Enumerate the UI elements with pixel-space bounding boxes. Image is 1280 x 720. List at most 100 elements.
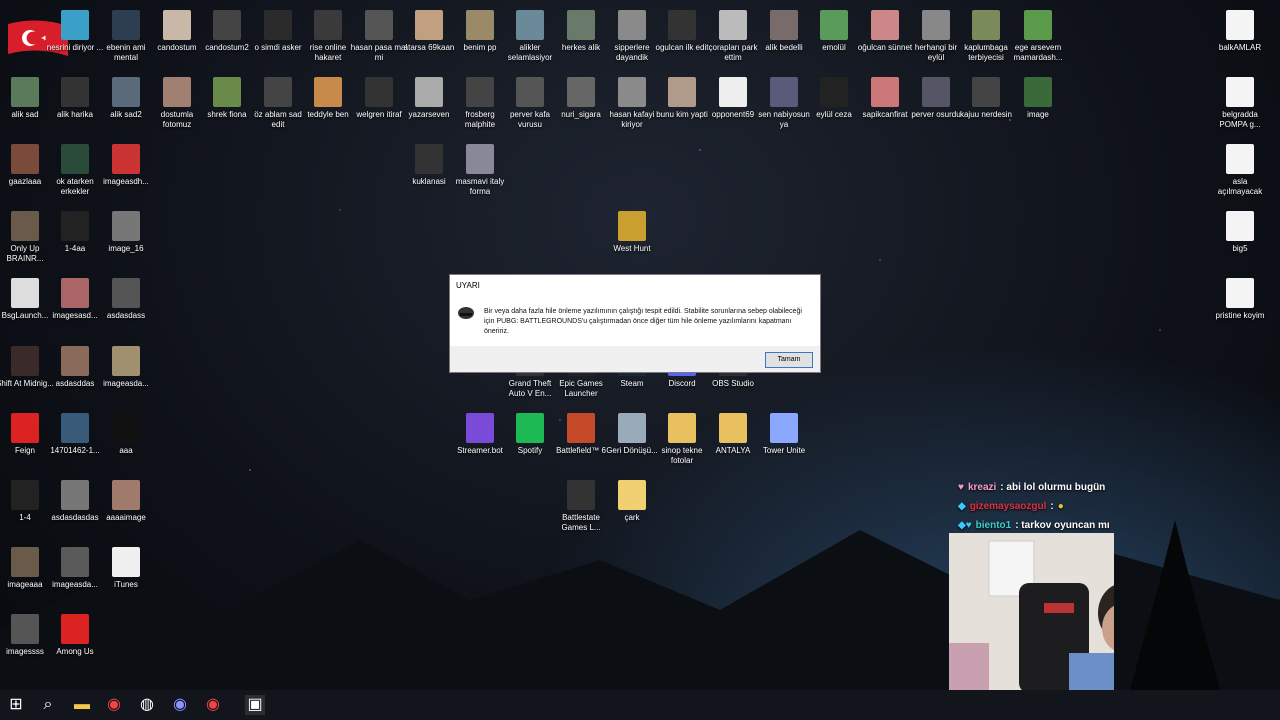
- desktop-icon[interactable]: kajuu nerdesin: [960, 77, 1012, 120]
- desktop-icon[interactable]: candostum2: [202, 10, 252, 53]
- desktop-icon[interactable]: Geri Dönüşü...: [606, 413, 658, 456]
- desktop-icon[interactable]: eylül ceza: [809, 77, 859, 120]
- desktop-icon[interactable]: frosberg malphite: [455, 77, 505, 130]
- desktop-icon[interactable]: Among Us: [50, 614, 100, 657]
- desktop-icon[interactable]: sipperlere dayandik: [607, 10, 657, 63]
- desktop-icon[interactable]: ebenin ami mental: [101, 10, 151, 63]
- desktop-icon[interactable]: imagessss: [0, 614, 50, 657]
- desktop-icon[interactable]: image_16: [101, 211, 151, 254]
- desktop-icon[interactable]: gaazlaaa: [0, 144, 50, 187]
- desktop-icon[interactable]: candostum: [152, 10, 202, 53]
- discord-icon[interactable]: ◉: [170, 695, 190, 715]
- desktop-icon-image: [11, 211, 39, 241]
- desktop-icon[interactable]: masmavi italy forma: [455, 144, 505, 197]
- search-icon[interactable]: ⌕: [38, 695, 58, 715]
- desktop-icon[interactable]: Spotify: [505, 413, 555, 456]
- desktop-icon[interactable]: welgren itiraf: [354, 77, 404, 120]
- desktop-icon[interactable]: 1-4aa: [50, 211, 100, 254]
- desktop-icon[interactable]: sen nabiyosun ya: [758, 77, 810, 130]
- desktop-icon[interactable]: yazarseven: [404, 77, 454, 120]
- desktop-icon[interactable]: sinop tekne fotolar: [657, 413, 707, 466]
- chrome-icon[interactable]: ◉: [104, 695, 124, 715]
- desktop-icon[interactable]: West Hunt: [607, 211, 657, 254]
- desktop-icon[interactable]: kaplumbaga terbiyecisi: [961, 10, 1011, 63]
- desktop-icon[interactable]: imageaaa: [0, 547, 50, 590]
- file-explorer-icon[interactable]: ▬: [72, 695, 92, 715]
- desktop-icon[interactable]: shrek fiona: [202, 77, 252, 120]
- desktop-icon[interactable]: asdasdass: [101, 278, 151, 321]
- desktop-icon[interactable]: çorapları park ettim: [708, 10, 758, 63]
- desktop-icon[interactable]: nesrini diriyor ...: [47, 10, 103, 53]
- chrome-icon[interactable]: ◉: [203, 695, 223, 715]
- desktop-icon[interactable]: BsgLaunch...: [0, 278, 50, 321]
- desktop-icon[interactable]: image: [1013, 77, 1063, 120]
- desktop-icon[interactable]: bunu kim yapti: [656, 77, 708, 120]
- desktop-icon[interactable]: öz ablam sad edit: [253, 77, 303, 130]
- desktop-icon[interactable]: teddyle ben: [303, 77, 353, 120]
- desktop-icon[interactable]: imagesasd...: [50, 278, 100, 321]
- desktop-icon[interactable]: 1-4: [0, 480, 50, 523]
- desktop-icon-image: [1226, 10, 1254, 40]
- desktop-icon[interactable]: ege arsevem mamardash...: [1013, 10, 1063, 63]
- desktop-icon-label: image_16: [108, 244, 144, 253]
- desktop-icon[interactable]: sapikcanfirat: [860, 77, 910, 120]
- desktop-icon[interactable]: ogulcan ilk edit: [656, 10, 708, 53]
- desktop-icon[interactable]: imageasda...: [101, 346, 151, 389]
- desktop-icon[interactable]: atarsa 69kaan: [404, 10, 454, 53]
- desktop-icon[interactable]: Tower Unite: [759, 413, 809, 456]
- desktop-icon[interactable]: benim pp: [455, 10, 505, 53]
- desktop-icon-image: [871, 10, 899, 40]
- desktop-icon[interactable]: alik sad2: [101, 77, 151, 120]
- desktop-icon[interactable]: Shift At Midnig...: [0, 346, 54, 389]
- desktop-icon[interactable]: dostumla fotomuz: [152, 77, 202, 130]
- desktop-icon-image: [567, 480, 595, 510]
- desktop-icon[interactable]: alik sad: [0, 77, 50, 120]
- obs-icon[interactable]: ◍: [137, 695, 157, 715]
- desktop-icon[interactable]: Feign: [0, 413, 50, 456]
- desktop-icon[interactable]: kuklanasi: [404, 144, 454, 187]
- desktop-icon[interactable]: rise online hakaret: [303, 10, 353, 63]
- desktop-icon[interactable]: emolül: [809, 10, 859, 53]
- desktop-icon-label: OBS Studio: [712, 379, 754, 388]
- desktop-icon[interactable]: herhangi bir eylül: [911, 10, 961, 63]
- desktop-icon[interactable]: alikler selamlasiyor: [505, 10, 555, 63]
- desktop-icon[interactable]: belgradda POMPA g...: [1215, 77, 1265, 130]
- desktop-icon-image: [61, 614, 89, 644]
- desktop-icon-label: teddyle ben: [307, 110, 349, 119]
- desktop-icon[interactable]: perver osurdu: [911, 77, 961, 120]
- desktop-icon[interactable]: aaaaimage: [101, 480, 151, 523]
- desktop-icon[interactable]: alik harika: [50, 77, 100, 120]
- desktop-icon[interactable]: o simdi asker: [253, 10, 303, 53]
- desktop-icon[interactable]: herkes alik: [556, 10, 606, 53]
- desktop-icon[interactable]: Only Up BRAINR...: [0, 211, 50, 264]
- desktop-icon-label: imageasda...: [52, 580, 98, 589]
- desktop-icon[interactable]: hasan pasa mal mi: [351, 10, 407, 63]
- desktop-icon[interactable]: Battlefield™ 6: [556, 413, 606, 456]
- desktop-icon[interactable]: imageasdh...: [101, 144, 151, 187]
- desktop-icon[interactable]: aaa: [101, 413, 151, 456]
- start-button[interactable]: ⊞: [6, 695, 26, 715]
- pubg-taskbar-icon[interactable]: ▣: [245, 695, 265, 715]
- desktop-icon[interactable]: oğulcan sünnet: [858, 10, 912, 53]
- desktop-icon[interactable]: big5: [1215, 211, 1265, 254]
- desktop-icon[interactable]: çark: [607, 480, 657, 523]
- desktop-icon[interactable]: Battlestate Games L...: [556, 480, 606, 533]
- desktop-icon[interactable]: 14701462-1...: [50, 413, 100, 456]
- desktop-icon[interactable]: asla açılmayacak: [1215, 144, 1265, 197]
- ok-button[interactable]: Tamam: [765, 352, 813, 368]
- desktop-icon[interactable]: pristine koyim: [1215, 278, 1265, 321]
- desktop-icon[interactable]: balkAMLAR: [1215, 10, 1265, 53]
- desktop-icon[interactable]: imageasda...: [50, 547, 100, 590]
- desktop-icon[interactable]: hasan kafayi kiriyor: [607, 77, 657, 130]
- desktop-icon[interactable]: ANTALYA: [708, 413, 758, 456]
- desktop-icon[interactable]: opponent69: [708, 77, 758, 120]
- desktop-icon[interactable]: asdasdasdas: [50, 480, 100, 523]
- desktop-icon[interactable]: ok atarken erkekler: [50, 144, 100, 197]
- desktop-icon[interactable]: nuri_sigara: [556, 77, 606, 120]
- desktop-icon[interactable]: Streamer.bot: [455, 413, 505, 456]
- desktop-icon-image: [719, 413, 747, 443]
- desktop-icon[interactable]: asdasddas: [50, 346, 100, 389]
- desktop-icon[interactable]: perver kafa vurusu: [505, 77, 555, 130]
- desktop-icon[interactable]: iTunes: [101, 547, 151, 590]
- desktop-icon[interactable]: alik bedelli: [759, 10, 809, 53]
